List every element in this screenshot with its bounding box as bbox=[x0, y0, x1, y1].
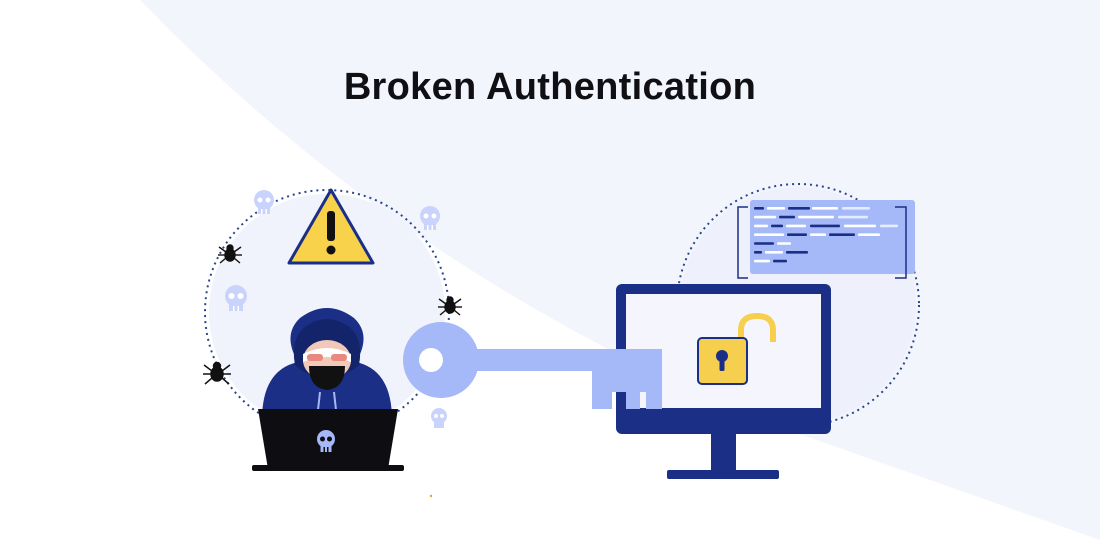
code-line-segment bbox=[858, 233, 880, 236]
code-line-segment bbox=[880, 224, 898, 228]
code-line-segment bbox=[771, 224, 783, 228]
code-line-segment bbox=[842, 207, 870, 210]
code-line-segment bbox=[773, 259, 787, 263]
code-line-segment bbox=[767, 207, 785, 210]
code-snippet-icon bbox=[737, 200, 915, 279]
code-line-segment bbox=[754, 224, 768, 228]
skull-icon bbox=[431, 408, 447, 428]
code-line-segment bbox=[810, 233, 826, 236]
code-line-segment bbox=[754, 215, 776, 219]
code-line-segment bbox=[754, 207, 764, 210]
page-title: Broken Authentication bbox=[343, 66, 757, 108]
code-line-segment bbox=[838, 215, 868, 219]
code-line-segment bbox=[754, 251, 762, 254]
code-line-segment bbox=[788, 207, 810, 210]
code-line-segment bbox=[810, 224, 840, 228]
code-line-segment bbox=[787, 233, 807, 236]
code-line-segment bbox=[777, 242, 791, 245]
code-line-segment bbox=[844, 224, 876, 228]
code-line-segment bbox=[812, 207, 838, 210]
code-line-segment bbox=[798, 215, 834, 219]
code-line-segment bbox=[754, 233, 784, 236]
code-line-segment bbox=[786, 224, 806, 228]
code-line-segment bbox=[754, 242, 774, 245]
illustration-stage: Broken Authentication bbox=[0, 0, 1100, 550]
code-line-segment bbox=[779, 215, 795, 219]
decorative-dot bbox=[429, 494, 433, 498]
code-line-segment bbox=[829, 233, 855, 236]
code-line-segment bbox=[786, 251, 808, 254]
code-line-segment bbox=[765, 251, 783, 254]
code-line-segment bbox=[754, 259, 770, 263]
